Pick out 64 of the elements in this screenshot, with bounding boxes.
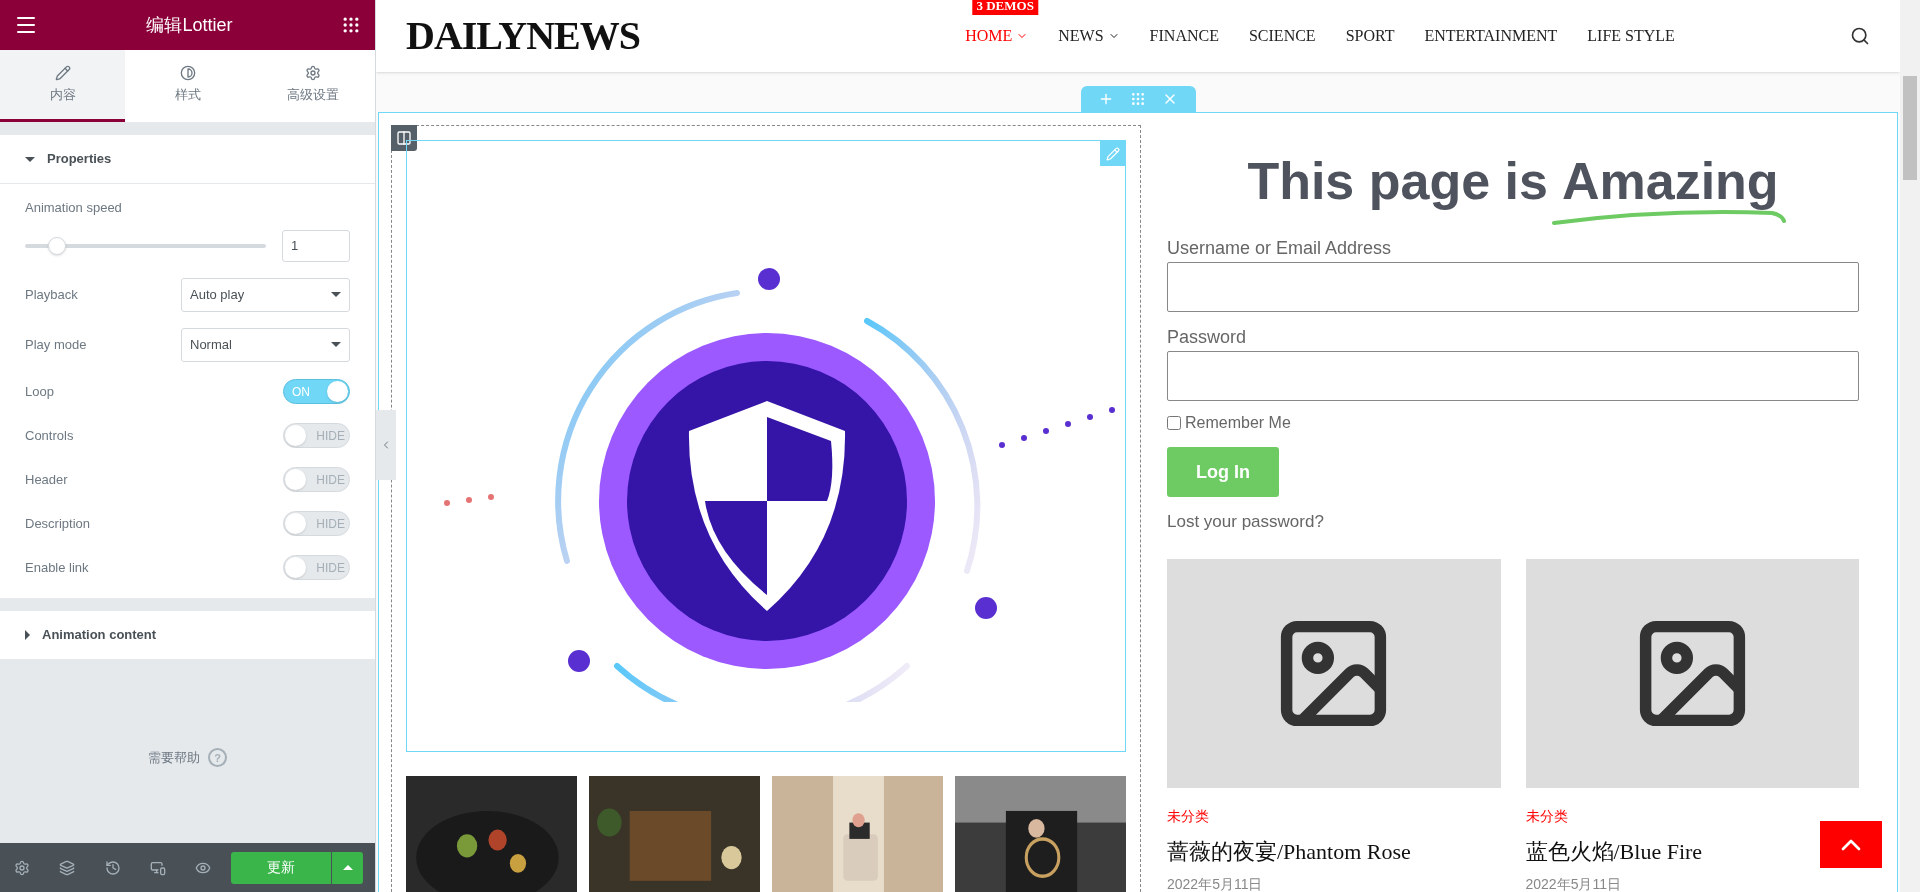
nav-link[interactable]: SCIENCE — [1248, 24, 1316, 48]
pencil-icon — [54, 64, 71, 81]
slider-thumb[interactable] — [48, 236, 67, 255]
remember-checkbox[interactable] — [1167, 416, 1181, 430]
post-category[interactable]: 未分类 — [1167, 805, 1501, 827]
control-label: Description — [25, 514, 91, 533]
page-heading-highlight: Amazing — [1561, 152, 1779, 210]
panel-tab[interactable]: 内容 — [0, 50, 125, 122]
panel-title: 编辑Lottier — [146, 13, 233, 37]
control-label: Play mode — [25, 335, 88, 354]
settings-icon[interactable] — [14, 859, 30, 876]
control-label: Controls — [25, 426, 74, 445]
caret-icon — [25, 156, 35, 162]
help-link[interactable]: 需要帮助 — [148, 748, 200, 768]
edit-handle[interactable] — [1100, 141, 1125, 166]
section-header[interactable]: Animation content — [0, 610, 375, 660]
nav-link[interactable]: ENTERTAINMENT — [1424, 24, 1558, 48]
scrollbar[interactable] — [1900, 0, 1920, 892]
page-heading: This page is — [1247, 152, 1548, 210]
username-field[interactable] — [1167, 262, 1859, 312]
control-label: Loop — [25, 382, 54, 401]
password-field[interactable] — [1167, 351, 1859, 401]
checkbox-label[interactable]: Remember Me — [1185, 411, 1291, 435]
select-field[interactable]: Normal — [181, 327, 350, 362]
layers-icon[interactable] — [59, 859, 76, 876]
post-date: 2022年5月11日 — [1167, 874, 1264, 892]
nav-link[interactable]: SPORT — [1345, 24, 1395, 48]
caret-icon — [331, 342, 341, 347]
column-handle[interactable] — [391, 125, 417, 151]
nav-link[interactable]: NEWS — [1058, 24, 1120, 48]
field-label: Password — [1167, 326, 1248, 349]
post-title[interactable]: 蓝色火焰/Blue Fire — [1525, 834, 1703, 868]
caret-icon — [25, 629, 30, 640]
responsive-icon[interactable] — [149, 859, 166, 876]
lottie-widget[interactable] — [406, 140, 1126, 752]
contrast-icon — [179, 64, 196, 81]
post-title[interactable]: 蔷薇的夜宴/Phantom Rose — [1167, 834, 1411, 868]
number-field[interactable]: 1 — [282, 229, 350, 262]
lost-password-link[interactable]: Lost your password? — [1167, 509, 1859, 535]
collapse-handle[interactable] — [376, 410, 396, 480]
search-icon[interactable] — [1850, 26, 1870, 46]
gear-icon — [304, 64, 321, 81]
control-label: Animation speed — [25, 199, 123, 217]
field-label: Username or Email Address — [1167, 237, 1393, 260]
slider-track[interactable] — [25, 235, 266, 256]
control-label: Header — [25, 470, 68, 489]
control-label: Enable link — [25, 558, 89, 577]
nav-link[interactable]: FINANCE — [1149, 24, 1219, 48]
caret-icon — [342, 865, 353, 870]
columns-icon — [396, 130, 412, 146]
caret-icon — [331, 292, 341, 297]
pencil-icon — [1105, 146, 1120, 161]
nav-link[interactable]: HOME — [965, 24, 1029, 48]
section-header[interactable]: Properties — [0, 135, 375, 184]
select-field[interactable]: Auto play — [181, 277, 350, 312]
site-logo[interactable]: DAILYNEWS — [406, 6, 641, 66]
nav-badge: 3 DEMOS — [972, 0, 1038, 15]
post-category[interactable]: 未分类 — [1525, 805, 1859, 827]
options-button[interactable] — [332, 851, 363, 884]
history-icon[interactable] — [104, 859, 121, 876]
apps-icon[interactable] — [341, 15, 361, 35]
control-label: Playback — [25, 285, 79, 304]
nav-link[interactable]: LIFE STYLE — [1587, 24, 1675, 48]
post-date: 2022年5月11日 — [1525, 874, 1622, 892]
